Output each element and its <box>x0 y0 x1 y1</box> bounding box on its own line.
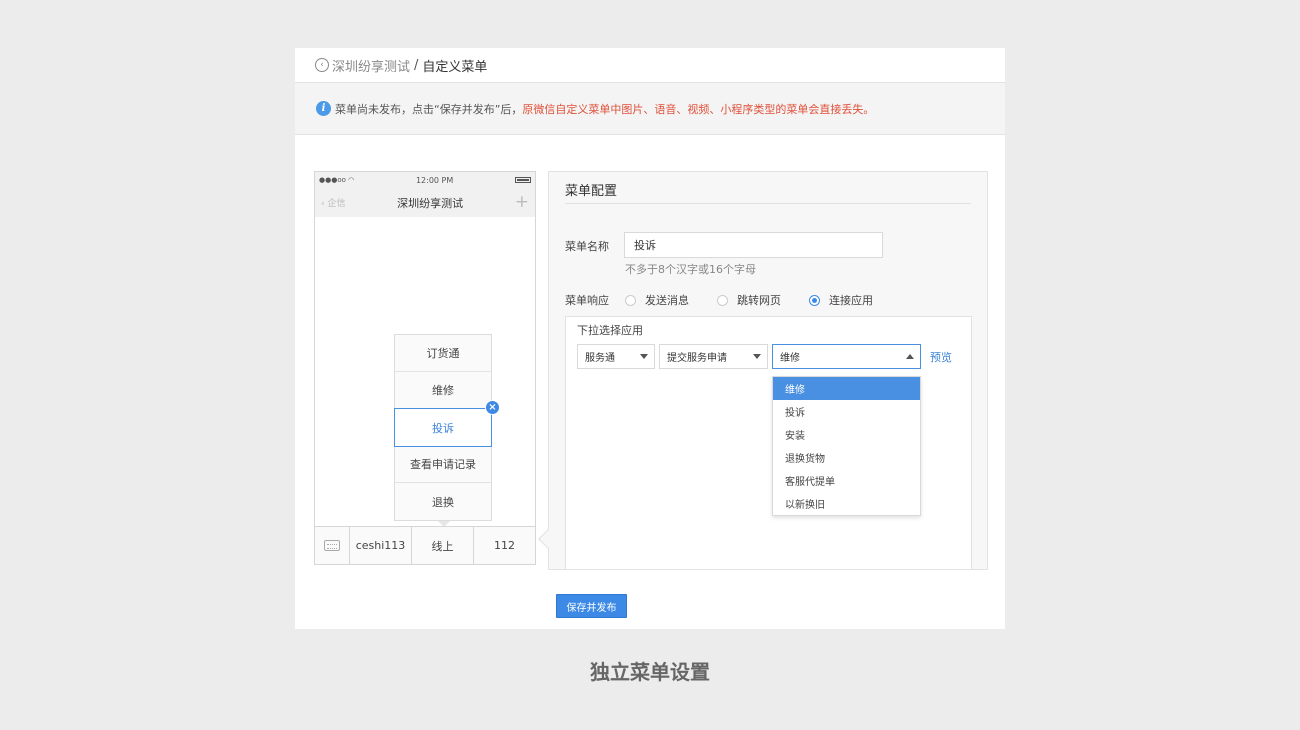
save-and-publish-button[interactable]: 保存并发布 <box>556 594 627 618</box>
main-card: ‹ 深圳纷享测试 / 自定义菜单 i 菜单尚未发布，点击“保存并发布”后， 原微… <box>295 48 1005 629</box>
phone-preview: ●●●oo ◠ 12:00 PM ‹ 企信 深圳纷享测试 + 订货通 维修 投诉… <box>314 171 536 565</box>
type-dropdown-menu: 维修 投诉 安装 退换货物 客服代提单 以新换旧 <box>772 376 921 516</box>
breadcrumb-separator: / <box>414 57 419 73</box>
config-title: 菜单配置 <box>565 184 618 199</box>
app-select-action[interactable]: 提交服务申请 <box>659 344 768 369</box>
caret-up-icon <box>906 354 914 359</box>
radio-icon <box>625 294 636 306</box>
dropdown-option[interactable]: 退换货物 <box>773 446 920 469</box>
radio-open-webpage[interactable]: 跳转网页 <box>717 292 781 308</box>
dropdown-option[interactable]: 客服代提单 <box>773 469 920 492</box>
radio-checked-icon <box>809 294 820 306</box>
dropdown-option[interactable]: 安装 <box>773 423 920 446</box>
app-select-box: 下拉选择应用 服务通 提交服务申请 维修 预览 维修 投诉 安装 退换货物 客服… <box>565 316 972 570</box>
notice-text: 菜单尚未发布，点击“保存并发布”后， <box>335 102 523 116</box>
submenu-item[interactable]: 维修 <box>395 372 491 409</box>
battery-icon <box>515 177 531 183</box>
caret-down-icon <box>753 354 761 359</box>
menu-name-label: 菜单名称 <box>565 240 609 253</box>
menu-config-panel: 菜单配置 菜单名称 投诉 不多于8个汉字或16个字母 菜单响应 发送消息 跳转网… <box>538 171 988 570</box>
config-pointer <box>538 529 558 549</box>
figure-caption: 独立菜单设置 <box>590 660 710 684</box>
divider <box>565 203 971 204</box>
dropdown-option[interactable]: 维修 <box>773 377 920 400</box>
wifi-icon: ◠ <box>348 176 355 184</box>
phone-nav-title: 深圳纷享测试 <box>397 196 464 210</box>
radio-connect-app[interactable]: 连接应用 <box>809 292 873 308</box>
phone-nav-bar: ‹ 企信 深圳纷享测试 + <box>315 188 535 217</box>
close-icon[interactable]: × <box>485 400 500 415</box>
submenu-item[interactable]: 查看申请记录 <box>395 446 491 483</box>
signal-icon: ●●●oo ◠ <box>319 176 355 184</box>
phone-status-bar: ●●●oo ◠ 12:00 PM <box>315 172 535 188</box>
breadcrumb-parent-link[interactable]: 深圳纷享测试 <box>332 56 410 75</box>
status-time: 12:00 PM <box>415 175 454 185</box>
submenu-item[interactable]: 订货通 <box>395 335 491 372</box>
bottom-menu-item[interactable]: 线上 <box>412 527 474 564</box>
app-select-type[interactable]: 维修 <box>772 344 921 369</box>
radio-send-message[interactable]: 发送消息 <box>625 292 689 308</box>
dropdown-option[interactable]: 投诉 <box>773 400 920 423</box>
page-title: 自定义菜单 <box>422 59 488 75</box>
app-select-service[interactable]: 服务通 <box>577 344 655 369</box>
info-icon: i <box>316 101 331 116</box>
dropdown-option[interactable]: 以新换旧 <box>773 492 920 515</box>
submenu-item[interactable]: 退换 <box>395 483 491 520</box>
preview-link[interactable]: 预览 <box>930 349 952 365</box>
phone-bottom-menu: ceshi113 线上 112 <box>314 526 536 565</box>
submenu-list: 订货通 维修 投诉 × 查看申请记录 退换 <box>394 334 500 521</box>
breadcrumb: ‹ 深圳纷享测试 / 自定义菜单 <box>295 48 1005 83</box>
keyboard-toggle[interactable] <box>315 527 350 564</box>
bottom-menu-item[interactable]: ceshi113 <box>350 527 412 564</box>
notice-bar: i 菜单尚未发布，点击“保存并发布”后， 原微信自定义菜单中图片、语音、视频、小… <box>295 83 1005 135</box>
submenu-item-label: 投诉 <box>432 421 454 435</box>
phone-back-button: ‹ 企信 <box>321 199 346 209</box>
radio-icon <box>717 294 728 306</box>
app-select-title: 下拉选择应用 <box>577 324 643 337</box>
caret-down-icon <box>640 354 648 359</box>
submenu-item-active[interactable]: 投诉 × <box>394 400 500 447</box>
plus-icon: + <box>514 192 529 212</box>
keyboard-icon <box>324 540 340 551</box>
chevron-left-circle-icon[interactable]: ‹ <box>315 58 329 72</box>
notice-warning: 原微信自定义菜单中图片、语音、视频、小程序类型的菜单会直接丢失。 <box>522 102 875 116</box>
menu-name-hint: 不多于8个汉字或16个字母 <box>625 263 756 276</box>
menu-name-input[interactable]: 投诉 <box>624 232 883 258</box>
bottom-menu-item[interactable]: 112 <box>474 527 535 564</box>
menu-response-label: 菜单响应 <box>565 294 609 307</box>
